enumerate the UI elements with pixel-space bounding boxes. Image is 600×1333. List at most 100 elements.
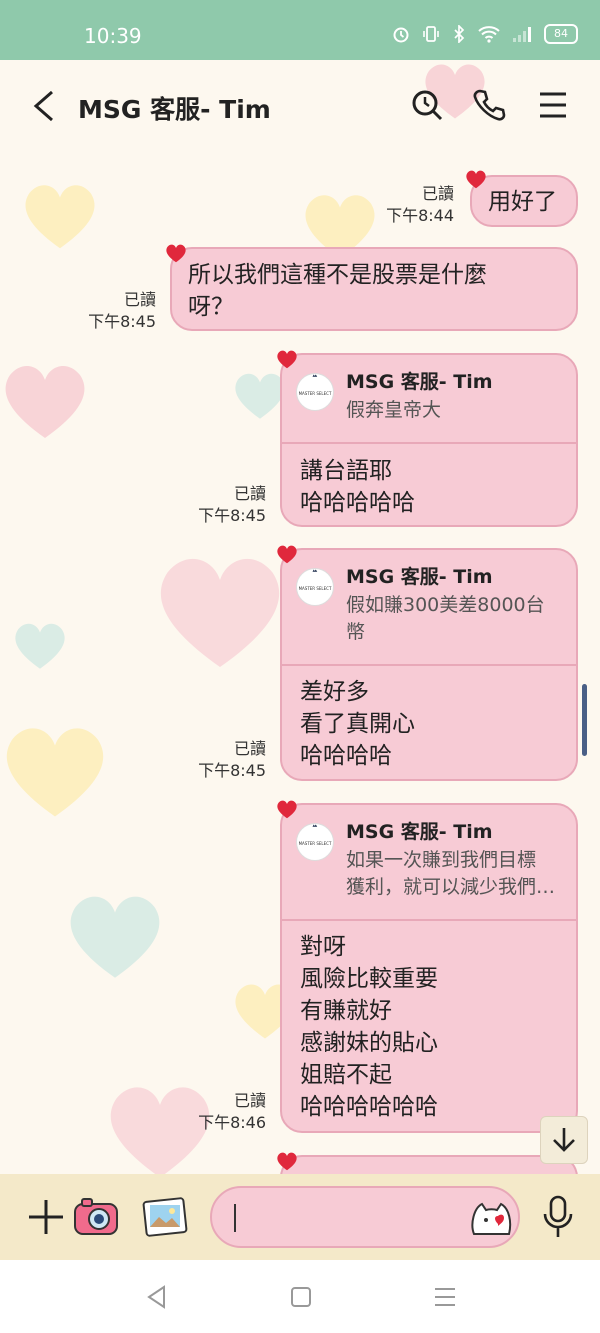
background-heart-icon	[15, 623, 65, 669]
back-arrow-icon[interactable]	[30, 90, 60, 122]
reply-quote-text: 如果一次賺到我們目標 獲利，就可以減少我們…	[346, 847, 562, 901]
status-bar: 10:39 84	[0, 0, 600, 60]
background-heart-icon	[5, 365, 85, 438]
message-meta: 已讀 下午8:44	[380, 183, 454, 227]
message-line: 對呀	[300, 934, 346, 960]
message-time: 下午8:45	[198, 506, 266, 525]
reply-quote-block[interactable]: MASTER SELECT MSG 客服- Tim 假如賺300美差8000台 …	[296, 564, 562, 643]
divider	[282, 664, 576, 666]
reply-sender-name: MSG 客服- Tim	[346, 371, 493, 393]
logo-text: MASTER SELECT	[298, 586, 332, 591]
message-meta: 已讀 下午8:45	[190, 483, 266, 527]
reply-quote-line: 幣	[346, 621, 366, 643]
message-input[interactable]	[210, 1186, 520, 1248]
message-time: 下午8:46	[198, 1113, 266, 1132]
scrollbar[interactable]	[582, 684, 587, 756]
read-receipt: 已讀	[233, 739, 266, 758]
heart-icon	[166, 244, 186, 263]
avatar: MASTER SELECT	[296, 823, 334, 861]
message-meta: 已讀 下午8:45	[190, 738, 266, 782]
logo-icon	[312, 374, 318, 377]
message-line: 風險比較重要	[300, 966, 438, 992]
status-icons: 84	[392, 24, 578, 44]
chat-header: MSG 客服- Tim	[0, 60, 600, 150]
message-time: 下午8:45	[88, 312, 156, 331]
camera-icon[interactable]	[72, 1194, 120, 1240]
message-bubble[interactable]: 所以我們這種不是股票是什麼 呀？	[170, 247, 578, 331]
heart-icon	[277, 800, 297, 819]
heart-icon	[277, 1152, 297, 1171]
reply-quote-line: 如果一次賺到我們目標	[346, 849, 537, 871]
message-line: 有賺就好	[300, 998, 392, 1024]
read-receipt: 已讀	[123, 290, 156, 309]
reply-quote-block[interactable]: MASTER SELECT MSG 客服- Tim 如果一次賺到我們目標 獲利，…	[296, 819, 562, 898]
message-text: 所以我們這種不是股票是什麼	[188, 262, 487, 288]
message-body: 對呀 風險比較重要 有賺就好 感謝妹的貼心 姐賠不起 哈哈哈哈哈哈	[300, 931, 562, 1123]
reply-quote-text: 假如賺300美差8000台 幣	[346, 592, 562, 646]
read-receipt: 已讀	[233, 1091, 266, 1110]
nav-home-icon[interactable]	[288, 1284, 314, 1310]
logo-icon	[312, 569, 318, 572]
reply-quote-line: 假如賺300美差8000台	[346, 594, 545, 616]
microphone-icon[interactable]	[540, 1194, 576, 1240]
reply-quote-line: 獲利，就可以減少我們…	[346, 876, 556, 898]
scroll-to-bottom-button[interactable]	[540, 1116, 588, 1164]
message-line: 哈哈哈哈	[300, 743, 392, 769]
message-time: 下午8:45	[198, 761, 266, 780]
sticker-icon[interactable]	[468, 1194, 514, 1240]
text-caret	[234, 1204, 236, 1232]
message-body: 差好多 看了真開心 哈哈哈哈	[300, 676, 562, 772]
reply-sender-name: MSG 客服- Tim	[346, 821, 493, 843]
background-heart-icon	[6, 728, 104, 817]
logo-text: MASTER SELECT	[298, 391, 332, 396]
message-text: 呀？	[188, 294, 234, 320]
avatar: MASTER SELECT	[296, 568, 334, 606]
background-heart-icon	[25, 185, 95, 249]
arrow-down-icon	[553, 1128, 575, 1152]
message-line: 感謝妹的貼心	[300, 1030, 438, 1056]
background-heart-icon	[160, 558, 280, 667]
alarm-icon	[393, 27, 409, 43]
message-line: 哈哈哈哈哈	[300, 490, 415, 516]
read-receipt: 已讀	[233, 484, 266, 503]
plus-icon[interactable]	[22, 1194, 70, 1240]
heart-icon	[466, 170, 486, 189]
search-icon[interactable]	[410, 88, 444, 122]
divider	[282, 442, 576, 444]
message-line: 姐賠不起	[300, 1062, 392, 1088]
message-line: 哈哈哈哈哈哈	[300, 1094, 438, 1120]
nav-back-icon[interactable]	[144, 1284, 170, 1310]
chat-title[interactable]: MSG 客服- Tim	[78, 90, 271, 126]
vibrate-icon	[423, 26, 439, 42]
reply-message-bubble[interactable]: MASTER SELECT MSG 客服- Tim 假奔皇帝大 講台語耶 哈哈哈…	[280, 353, 578, 527]
reply-sender-name: MSG 客服- Tim	[346, 566, 493, 588]
reply-quote-text: 假奔皇帝大	[346, 399, 442, 421]
wifi-icon	[478, 26, 500, 43]
nav-recents-icon[interactable]	[432, 1284, 458, 1310]
read-receipt: 已讀	[421, 184, 454, 203]
battery-icon: 84	[544, 24, 578, 44]
phone-icon[interactable]	[472, 88, 506, 122]
logo-icon	[312, 824, 318, 827]
input-bar	[0, 1174, 600, 1260]
reply-quote-block[interactable]: MASTER SELECT MSG 客服- Tim 假奔皇帝大	[296, 369, 562, 439]
message-text: 用好了	[488, 189, 557, 215]
message-line: 差好多	[300, 679, 369, 705]
logo-text: MASTER SELECT	[298, 841, 332, 846]
message-line: 講台語耶	[300, 458, 392, 484]
message-meta: 已讀 下午8:46	[190, 1090, 266, 1134]
avatar: MASTER SELECT	[296, 373, 334, 411]
message-meta: 已讀 下午8:45	[80, 289, 156, 333]
divider	[282, 919, 576, 921]
status-time: 10:39	[84, 24, 142, 48]
heart-icon	[277, 545, 297, 564]
message-time: 下午8:44	[386, 206, 454, 225]
menu-icon[interactable]	[536, 88, 570, 122]
photo-icon[interactable]	[142, 1194, 190, 1240]
message-body: 講台語耶 哈哈哈哈哈	[300, 455, 562, 519]
signal-icon	[513, 27, 531, 42]
reply-message-bubble[interactable]: MASTER SELECT MSG 客服- Tim 如果一次賺到我們目標 獲利，…	[280, 803, 578, 1133]
heart-icon	[277, 350, 297, 369]
background-heart-icon	[70, 896, 160, 978]
reply-message-bubble[interactable]: MASTER SELECT MSG 客服- Tim 假如賺300美差8000台 …	[280, 548, 578, 781]
